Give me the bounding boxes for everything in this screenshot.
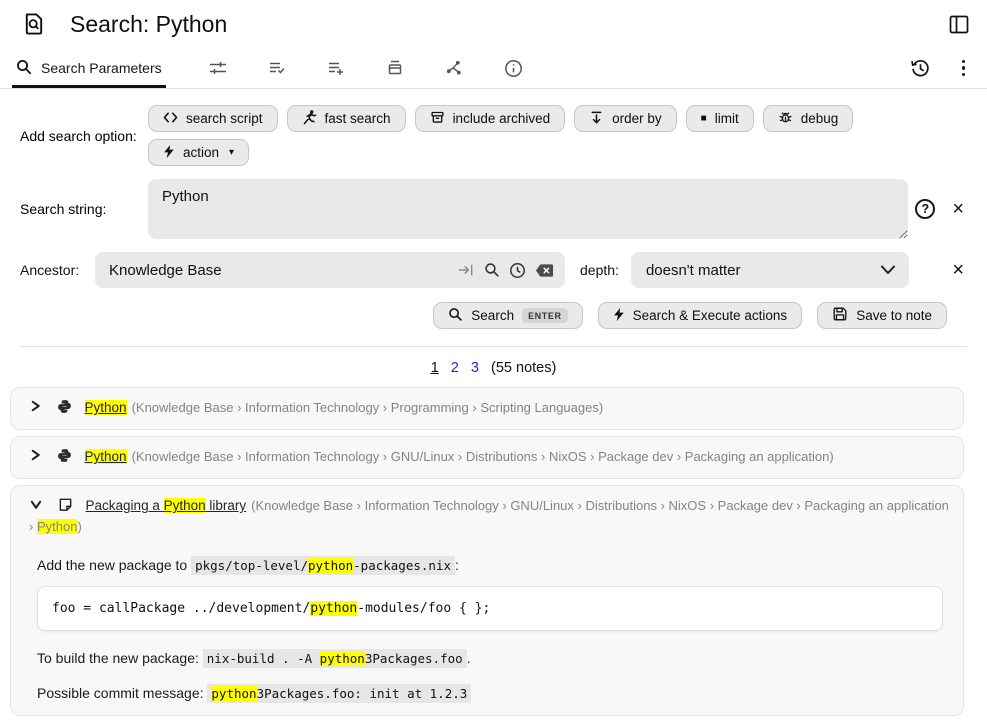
note-title-link[interactable]: Python: [85, 400, 127, 415]
note-map-graph-icon[interactable]: [445, 59, 463, 77]
page-1-current[interactable]: 1: [431, 360, 439, 376]
depth-select-value: doesn't matter: [646, 262, 741, 279]
remove-ancestor-icon[interactable]: ×: [952, 260, 964, 280]
ribbon-right-icons: [910, 48, 976, 88]
runner-icon: [302, 109, 317, 128]
archive-icon: [430, 110, 445, 128]
note-path: (Knowledge Base › Information Technology…: [132, 449, 834, 464]
result-row-3-expanded: Packaging a Python library(Knowledge Bas…: [10, 485, 964, 716]
inline-code: nix-build . -A python3Packages.foo: [203, 649, 467, 668]
debug-button[interactable]: debug: [763, 105, 854, 132]
archive-box-icon[interactable]: [386, 59, 404, 77]
right-panel-toggle-icon[interactable]: [949, 15, 971, 34]
caret-down-icon: ▾: [229, 147, 234, 158]
include-archived-button[interactable]: include archived: [415, 105, 566, 132]
save-to-note-button[interactable]: Save to note: [817, 302, 947, 329]
fast-search-button[interactable]: fast search: [287, 105, 406, 132]
inline-code: pkgs/top-level/python-packages.nix: [191, 556, 455, 575]
note-preview-content: Add the new package to pkgs/top-level/py…: [29, 536, 949, 705]
square-icon: ■: [701, 114, 707, 124]
note-path: (Knowledge Base › Information Technology…: [132, 400, 604, 415]
python-logo-icon: [57, 448, 72, 468]
action-dropdown-button[interactable]: action ▾: [148, 139, 249, 166]
paragraph-build-package: To build the new package: nix-build . -A…: [37, 650, 945, 666]
result-count: (55 notes): [491, 360, 556, 376]
collapse-chevron-down-icon[interactable]: [29, 497, 43, 516]
ribbon-bar: Search Parameters: [0, 48, 987, 89]
search-option-buttons: search script fast search include archiv…: [148, 105, 853, 166]
search-execute-actions-button[interactable]: Search & Execute actions: [598, 302, 803, 329]
search-script-button[interactable]: search script: [148, 105, 278, 132]
search-icon: [448, 307, 463, 325]
search-button[interactable]: Search ENTER: [433, 302, 582, 329]
depth-label: depth:: [580, 262, 619, 278]
search-icon: [16, 59, 32, 78]
note-document-icon: [58, 497, 73, 517]
code-icon: [163, 111, 178, 127]
code-block: foo = callPackage ../development/python-…: [37, 586, 943, 631]
expand-chevron-right-icon[interactable]: [29, 399, 42, 418]
result-row-1: Python (Knowledge Base › Information Tech…: [10, 387, 964, 430]
note-title-link[interactable]: Python: [85, 449, 127, 464]
note-title-link[interactable]: Packaging a Python library: [86, 498, 247, 513]
owned-attributes-list-check-icon[interactable]: [268, 59, 286, 77]
more-options-menu-icon[interactable]: [958, 58, 970, 79]
ancestor-label: Ancestor:: [20, 262, 95, 278]
jump-to-note-icon[interactable]: [458, 263, 475, 277]
arrow-down-to-bar-icon: [589, 110, 604, 128]
save-floppy-icon: [832, 306, 848, 325]
note-info-icon[interactable]: [504, 59, 523, 78]
inherited-attributes-list-plus-icon[interactable]: [327, 59, 345, 77]
add-search-option-row: Add search option: search script fast se…: [20, 105, 967, 166]
depth-select[interactable]: doesn't matter: [631, 252, 909, 288]
note-revisions-history-icon[interactable]: [910, 58, 931, 79]
limit-button[interactable]: ■ limit: [686, 105, 754, 132]
search-notes-icon[interactable]: [484, 262, 500, 278]
search-string-label: Search string:: [20, 201, 148, 217]
add-search-option-label: Add search option:: [20, 128, 148, 144]
python-logo-icon: [57, 399, 72, 419]
chevron-down-icon: [880, 262, 896, 279]
title-bar: Search: Python: [0, 0, 987, 48]
help-icon[interactable]: ?: [915, 199, 935, 219]
basic-properties-sliders-icon[interactable]: [209, 59, 227, 77]
ancestor-row: Ancestor: depth: doesn't matter ×: [20, 252, 967, 288]
order-by-button[interactable]: order by: [574, 105, 677, 132]
paragraph-add-package: Add the new package to pkgs/top-level/py…: [37, 557, 945, 573]
inline-code: python3Packages.foo: init at 1.2.3: [207, 684, 471, 703]
paragraph-commit-message: Possible commit message: python3Packages…: [37, 685, 945, 701]
tab-label: Search Parameters: [41, 60, 162, 76]
search-note-icon: [22, 12, 46, 36]
clear-backspace-icon[interactable]: [535, 263, 554, 278]
recent-notes-clock-icon[interactable]: [509, 262, 526, 279]
page-2-link[interactable]: 2: [451, 360, 459, 376]
search-actions-row: Search ENTER Search & Execute actions Sa…: [20, 302, 967, 329]
expand-chevron-right-icon[interactable]: [29, 448, 42, 467]
bug-icon: [778, 110, 793, 128]
page-3-link[interactable]: 3: [471, 360, 479, 376]
search-results-list: Python (Knowledge Base › Information Tech…: [0, 387, 987, 716]
pagination: 1 2 3 (55 notes): [0, 347, 987, 387]
result-row-2: Python (Knowledge Base › Information Tech…: [10, 436, 964, 479]
page-title: Search: Python: [70, 11, 227, 38]
ribbon-icons: [209, 48, 523, 88]
tab-search-parameters[interactable]: Search Parameters: [12, 48, 166, 88]
search-string-row: Search string: Python ? ×: [20, 179, 967, 239]
search-string-input[interactable]: Python: [148, 179, 908, 239]
lightning-icon: [613, 307, 625, 325]
search-definition-form: Add search option: search script fast se…: [0, 89, 987, 347]
lightning-icon: [163, 144, 175, 162]
ancestor-input-icons: [458, 252, 554, 288]
remove-search-string-icon[interactable]: ×: [952, 199, 964, 219]
enter-key-badge: ENTER: [522, 308, 568, 323]
